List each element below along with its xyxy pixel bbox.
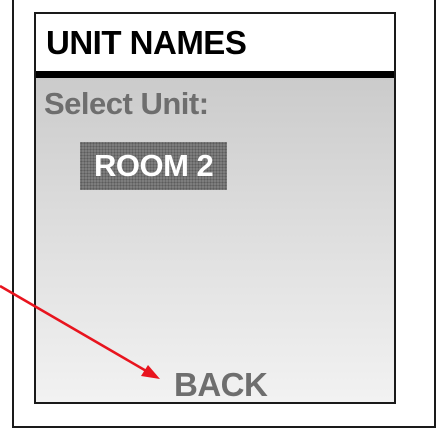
unit-item-room-2[interactable]: ROOM 2: [80, 142, 228, 190]
back-button[interactable]: BACK: [174, 366, 268, 402]
title-bar: UNIT NAMES: [36, 14, 394, 78]
screen-title: UNIT NAMES: [46, 24, 247, 61]
unit-item-label: ROOM 2: [94, 148, 214, 183]
select-unit-label: Select Unit:: [44, 86, 209, 121]
device-screen: UNIT NAMES Select Unit: ROOM 2 BACK: [34, 12, 396, 404]
